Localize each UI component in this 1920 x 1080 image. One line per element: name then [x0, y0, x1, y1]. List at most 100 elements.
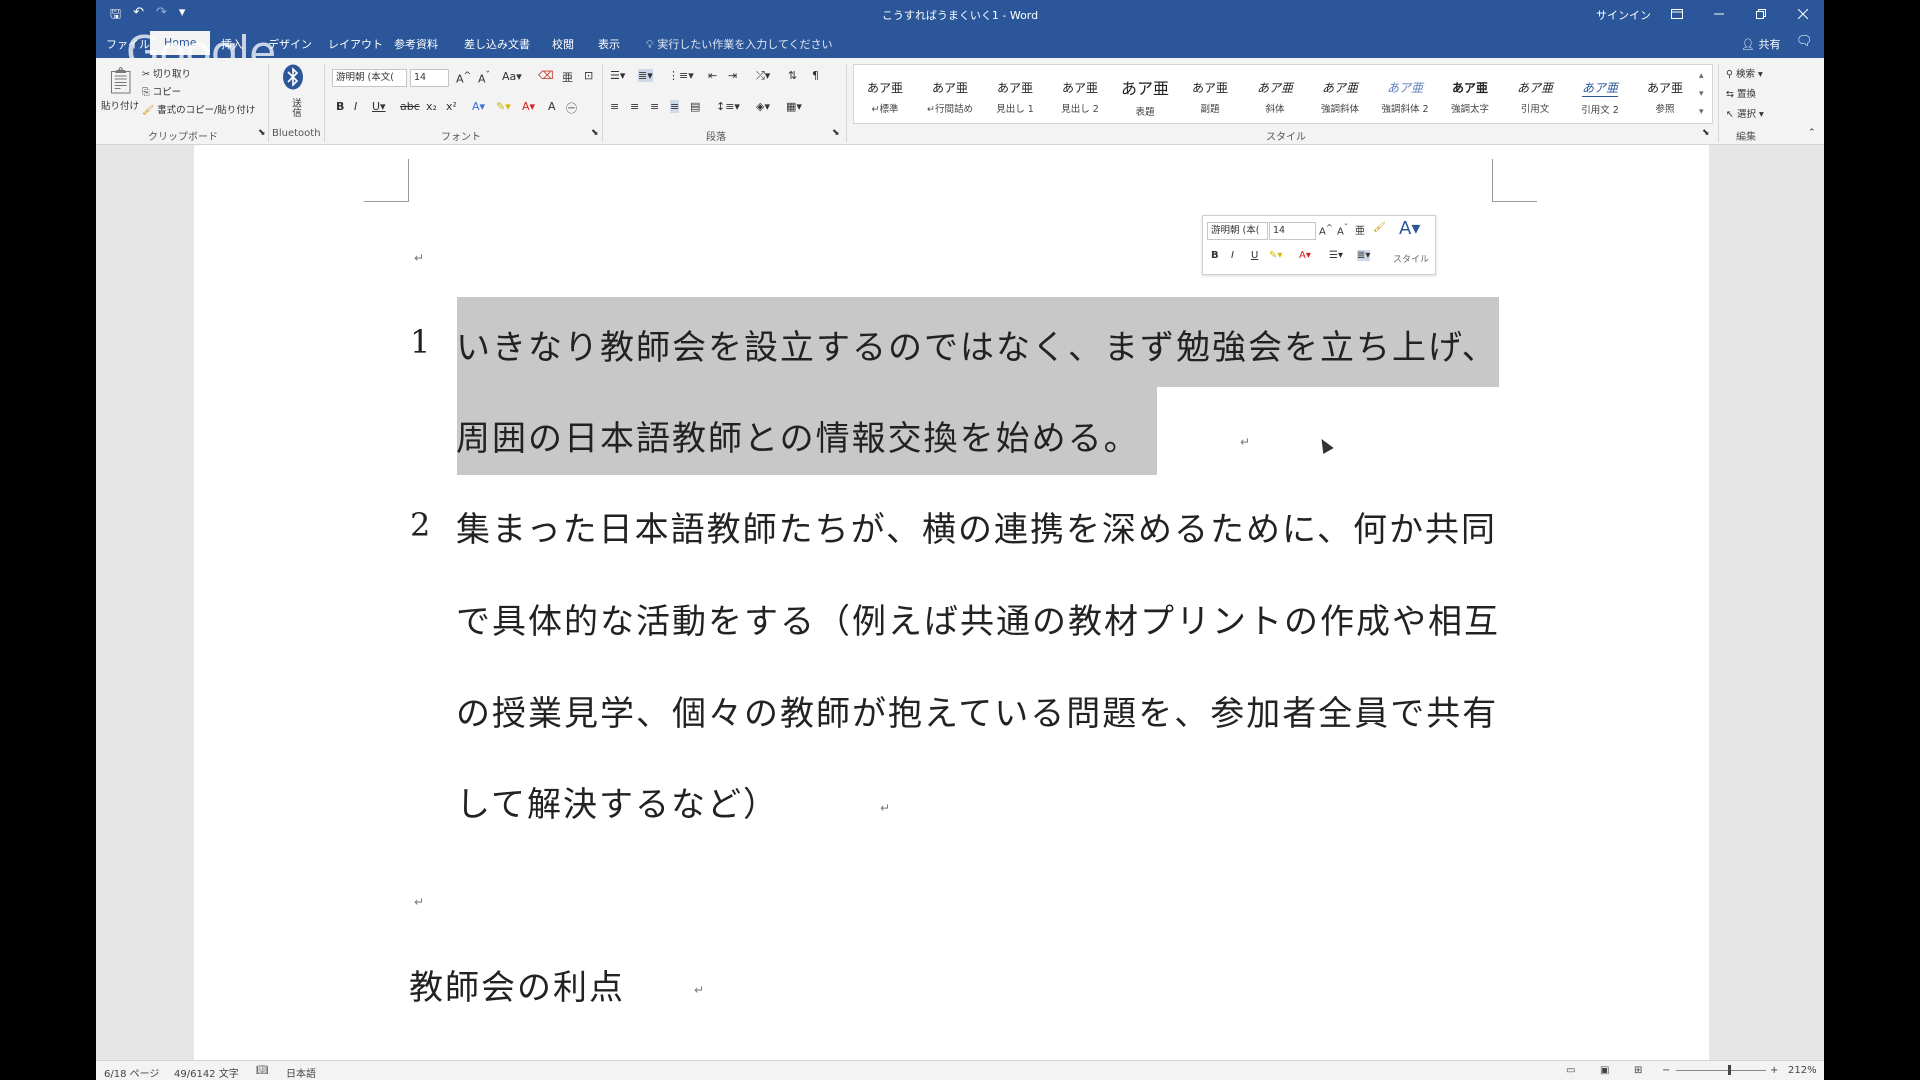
- mini-font-color-icon[interactable]: A▾: [1299, 250, 1311, 261]
- tab-layout[interactable]: レイアウト: [328, 36, 383, 52]
- word-count[interactable]: 49/6142 文字: [174, 1065, 239, 1080]
- font-size-dropdown[interactable]: 14: [410, 69, 449, 87]
- highlight-color-icon[interactable]: ✎▾: [496, 100, 511, 113]
- shrink-font-icon[interactable]: Aˇ: [478, 70, 490, 86]
- styles-scroll-icon[interactable]: ▴ ▾ ▾: [1699, 67, 1704, 121]
- page-count[interactable]: 6/18 ページ: [104, 1065, 159, 1080]
- style-intense-quote[interactable]: あア亜 引用文 2: [1569, 73, 1631, 119]
- list-item-text[interactable]: の授業見学、個々の教師が抱えている問題を、参加者全員で共有: [456, 686, 1498, 735]
- bluetooth-icon[interactable]: [282, 64, 304, 93]
- bluetooth-send-label[interactable]: 送信: [288, 98, 302, 117]
- style-intense-emphasis-2[interactable]: あア亜 強調斜体 2: [1374, 73, 1436, 119]
- mini-phonetic-icon[interactable]: 亜: [1355, 222, 1365, 237]
- tell-me-box[interactable]: 💡︎ 実行したい作業を入力してください: [646, 36, 833, 52]
- replace-button[interactable]: ⇆ 置換: [1726, 86, 1756, 100]
- phonetic-guide-icon[interactable]: 亜: [562, 69, 573, 85]
- mini-grow-font-icon[interactable]: A^: [1319, 222, 1333, 237]
- cut-button[interactable]: ✂︎ 切り取り: [142, 66, 191, 80]
- select-button[interactable]: ↖ 選択 ▾: [1726, 106, 1764, 120]
- bullets-icon[interactable]: ☰▾: [610, 69, 625, 82]
- mini-shrink-font-icon[interactable]: Aˇ: [1337, 222, 1348, 237]
- tab-view[interactable]: 表示: [598, 36, 620, 52]
- superscript-icon[interactable]: x²: [446, 100, 457, 113]
- format-painter-button[interactable]: 🖌︎ 書式のコピー/貼り付け: [142, 102, 255, 116]
- list-item-text[interactable]: いきなり教師会を設立するのではなく、まず勉強会を立ち上げ、: [456, 320, 1498, 369]
- language-indicator[interactable]: 日本語: [286, 1065, 316, 1080]
- document-page[interactable]: ↵ 1 いきなり教師会を設立するのではなく、まず勉強会を立ち上げ、 周囲の日本語…: [194, 145, 1709, 1065]
- text-effects-icon[interactable]: A▾: [472, 100, 485, 113]
- bold-icon[interactable]: B: [336, 100, 344, 113]
- borders-icon[interactable]: ▦▾: [786, 100, 802, 113]
- mini-highlight-icon[interactable]: ✎▾: [1269, 250, 1282, 261]
- mini-format-painter-icon[interactable]: 🖌︎: [1373, 222, 1386, 233]
- distributed-icon[interactable]: ▤: [690, 100, 700, 113]
- asian-layout-icon[interactable]: ⤮▾: [756, 69, 770, 83]
- align-right-icon[interactable]: ≡: [650, 100, 659, 113]
- tab-review[interactable]: 校閲: [552, 36, 574, 52]
- italic-icon[interactable]: I: [354, 100, 357, 113]
- tab-design[interactable]: デザイン: [268, 36, 312, 52]
- web-layout-icon[interactable]: ⊞: [1634, 1065, 1642, 1076]
- grow-font-icon[interactable]: A^: [456, 70, 471, 86]
- mini-underline-icon[interactable]: U: [1251, 250, 1258, 261]
- read-mode-icon[interactable]: ▭: [1566, 1065, 1575, 1076]
- shading-icon[interactable]: ◈▾: [756, 100, 770, 113]
- increase-indent-icon[interactable]: ⇥: [728, 69, 737, 82]
- tab-file[interactable]: ファイル: [106, 36, 150, 52]
- justify-icon[interactable]: ≡: [670, 100, 680, 113]
- mini-bullets-icon[interactable]: ☰▾: [1329, 250, 1343, 261]
- tab-home[interactable]: Home: [150, 31, 211, 55]
- font-name-dropdown[interactable]: 游明朝 (本文(: [332, 69, 407, 87]
- list-item-text[interactable]: して解決するなど）: [456, 777, 779, 826]
- line-spacing-icon[interactable]: ↕≡▾: [716, 100, 740, 113]
- tab-references[interactable]: 参考資料: [394, 36, 438, 52]
- decrease-indent-icon[interactable]: ⇤: [708, 69, 717, 82]
- style-title[interactable]: あア亜 表題: [1114, 73, 1176, 119]
- font-color-icon[interactable]: A▾: [522, 100, 535, 113]
- numbering-icon[interactable]: ≣▾: [638, 69, 653, 82]
- align-center-icon[interactable]: ≡: [630, 100, 639, 113]
- style-intense-emphasis[interactable]: あア亜 強調斜体: [1309, 73, 1371, 119]
- find-button[interactable]: ⚲ 検索 ▾: [1726, 66, 1763, 80]
- style-normal[interactable]: あア亜 ↵標準: [854, 73, 916, 119]
- paragraph-dialog-launcher-icon[interactable]: ⬊: [832, 128, 840, 138]
- tab-mailings[interactable]: 差し込み文書: [464, 36, 530, 52]
- align-left-icon[interactable]: ≡: [610, 100, 619, 113]
- sort-icon[interactable]: ⇅: [788, 69, 797, 82]
- zoom-slider-track[interactable]: [1676, 1070, 1766, 1071]
- zoom-in-icon[interactable]: +: [1770, 1065, 1778, 1076]
- underline-icon[interactable]: U▾: [372, 100, 386, 113]
- mini-size-dropdown[interactable]: 14: [1269, 222, 1316, 240]
- signin-link[interactable]: サインイン: [1596, 7, 1651, 23]
- style-no-spacing[interactable]: あア亜 ↵行間詰め: [919, 73, 981, 119]
- styles-dialog-launcher-icon[interactable]: ⬊: [1702, 128, 1710, 138]
- mini-numbering-icon[interactable]: ≣▾: [1357, 250, 1371, 261]
- paste-icon[interactable]: 📋︎: [104, 66, 137, 96]
- share-button[interactable]: 👤︎ 共有: [1741, 36, 1780, 52]
- mini-italic-icon[interactable]: I: [1231, 250, 1234, 261]
- zoom-level[interactable]: 212%: [1788, 1065, 1817, 1076]
- style-quote[interactable]: あア亜 引用文: [1504, 73, 1566, 119]
- restore-icon[interactable]: [1740, 0, 1782, 28]
- section-heading[interactable]: 教師会の利点: [409, 960, 625, 1009]
- zoom-out-icon[interactable]: −: [1662, 1065, 1670, 1076]
- proofing-icon[interactable]: 📖︎: [256, 1065, 269, 1076]
- character-shading-icon[interactable]: A: [548, 100, 556, 113]
- change-case-icon[interactable]: Aa▾: [502, 70, 522, 83]
- copy-button[interactable]: ⎘ コピー: [142, 84, 181, 98]
- collapse-ribbon-icon[interactable]: ⌃: [1808, 128, 1816, 138]
- close-icon[interactable]: [1782, 0, 1824, 28]
- comments-icon[interactable]: 🗨︎: [1796, 34, 1813, 49]
- style-heading-1[interactable]: あア亜 見出し 1: [984, 73, 1046, 119]
- print-layout-icon[interactable]: ▣: [1600, 1065, 1609, 1076]
- zoom-slider-thumb[interactable]: [1728, 1065, 1731, 1075]
- mini-bold-icon[interactable]: B: [1211, 250, 1219, 261]
- style-reference[interactable]: あア亜 参照: [1634, 73, 1696, 119]
- multilevel-list-icon[interactable]: ⋮≡▾: [668, 69, 694, 82]
- list-item-text[interactable]: 周囲の日本語教師との情報交換を始める。: [456, 411, 1140, 460]
- style-heading-2[interactable]: あア亜 見出し 2: [1049, 73, 1111, 119]
- enclose-characters-icon[interactable]: ㊀: [566, 100, 577, 116]
- show-marks-icon[interactable]: ¶: [812, 69, 819, 82]
- paste-label[interactable]: 貼り付け: [101, 98, 139, 112]
- style-emphasis[interactable]: あア亜 斜体: [1244, 73, 1306, 119]
